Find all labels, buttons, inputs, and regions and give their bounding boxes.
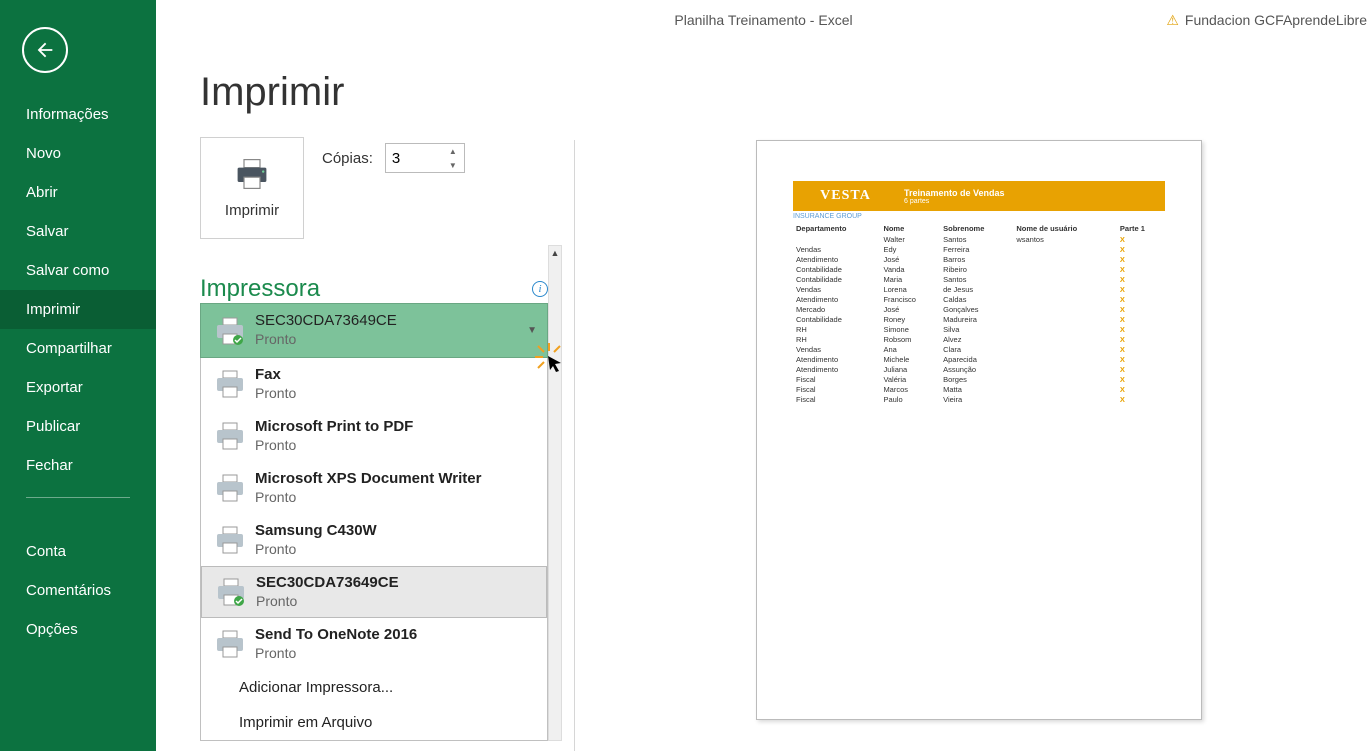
nav-fechar[interactable]: Fechar	[0, 446, 156, 485]
nav-compartilhar[interactable]: Compartilhar	[0, 329, 156, 368]
preview-subtitle: 6 partes	[904, 198, 1159, 205]
printer-option[interactable]: Samsung C430WPronto	[201, 514, 547, 566]
nav-novo[interactable]: Novo	[0, 134, 156, 173]
printer-status: Pronto	[255, 541, 377, 559]
printer-icon	[209, 525, 251, 555]
printer-option[interactable]: Microsoft XPS Document WriterPronto	[201, 462, 547, 514]
nav-opções[interactable]: Opções	[0, 610, 156, 649]
preview-table: DepartamentoNomeSobrenomeNome de usuário…	[793, 223, 1165, 404]
nav-exportar[interactable]: Exportar	[0, 368, 156, 407]
printer-status: Pronto	[256, 593, 399, 611]
title-bar: Planilha Treinamento - Excel ⚠ Fundacion…	[156, 0, 1371, 40]
page-title: Imprimir	[200, 70, 562, 115]
sidebar-separator	[26, 497, 130, 498]
scroll-up-icon[interactable]: ▲	[549, 246, 561, 260]
vertical-divider	[574, 140, 575, 751]
print-button-label: Imprimir	[225, 202, 279, 219]
copies-down[interactable]: ▼	[442, 158, 464, 172]
printer-icon	[210, 577, 252, 607]
printer-status: Pronto	[255, 645, 417, 663]
print-button[interactable]: Imprimir	[200, 137, 304, 239]
printer-icon	[209, 473, 251, 503]
chevron-down-icon: ▼	[527, 325, 537, 336]
settings-scrollbar[interactable]: ▲	[548, 245, 562, 741]
printer-dropdown-selected[interactable]: SEC30CDA73649CE Pronto ▼	[200, 303, 548, 358]
printer-name: SEC30CDA73649CE	[256, 574, 399, 593]
selected-printer-name: SEC30CDA73649CE	[255, 312, 397, 331]
printer-option[interactable]: SEC30CDA73649CEPronto	[201, 566, 547, 618]
preview-group: INSURANCE GROUP	[793, 213, 1165, 220]
printer-icon	[209, 421, 251, 451]
user-name: Fundacion GCFAprendeLibre	[1185, 12, 1367, 28]
nav-comentários[interactable]: Comentários	[0, 571, 156, 610]
printer-icon	[209, 369, 251, 399]
back-button[interactable]	[22, 27, 68, 73]
nav-salvar-como[interactable]: Salvar como	[0, 251, 156, 290]
printer-option[interactable]: FaxPronto	[201, 358, 547, 410]
nav-conta[interactable]: Conta	[0, 532, 156, 571]
arrow-left-icon	[34, 39, 56, 61]
copies-up[interactable]: ▲	[442, 144, 464, 158]
printer-name: Microsoft Print to PDF	[255, 418, 413, 437]
copies-label: Cópias:	[322, 150, 373, 167]
printer-icon	[232, 158, 272, 190]
preview-title: Treinamento de Vendas	[904, 188, 1159, 198]
nav-informações[interactable]: Informações	[0, 95, 156, 134]
nav-salvar[interactable]: Salvar	[0, 212, 156, 251]
nav-publicar[interactable]: Publicar	[0, 407, 156, 446]
printer-section-title: Impressora	[200, 275, 526, 303]
document-title: Planilha Treinamento - Excel	[674, 12, 852, 28]
printer-menu-file[interactable]: Imprimir em Arquivo	[201, 705, 547, 740]
backstage-sidebar: InformaçõesNovoAbrirSalvarSalvar comoImp…	[0, 0, 156, 751]
preview-brand: VESTA	[793, 181, 898, 211]
printer-status: Pronto	[255, 437, 413, 455]
printer-status: Pronto	[255, 385, 296, 403]
nav-abrir[interactable]: Abrir	[0, 173, 156, 212]
printer-dropdown-list: FaxProntoMicrosoft Print to PDFProntoMic…	[200, 358, 548, 741]
printer-name: Fax	[255, 366, 296, 385]
printer-icon	[209, 629, 251, 659]
cursor-spark-icon	[533, 341, 565, 373]
printer-option[interactable]: Send To OneNote 2016Pronto	[201, 618, 547, 670]
nav-imprimir[interactable]: Imprimir	[0, 290, 156, 329]
printer-status: Pronto	[255, 489, 481, 507]
user-info[interactable]: ⚠ Fundacion GCFAprendeLibre	[1166, 12, 1371, 29]
printer-menu-add[interactable]: Adicionar Impressora...	[201, 670, 547, 705]
printer-name: Microsoft XPS Document Writer	[255, 470, 481, 489]
printer-info-icon[interactable]: i	[532, 281, 548, 297]
printer-name: Send To OneNote 2016	[255, 626, 417, 645]
printer-option[interactable]: Microsoft Print to PDFPronto	[201, 410, 547, 462]
copies-input[interactable]: ▲ ▼	[385, 143, 465, 173]
copies-field[interactable]	[386, 150, 442, 167]
printer-icon	[209, 316, 251, 346]
warning-icon: ⚠	[1166, 12, 1179, 29]
selected-printer-status: Pronto	[255, 331, 397, 349]
print-preview-page: VESTA Treinamento de Vendas 6 partes INS…	[756, 140, 1202, 720]
printer-name: Samsung C430W	[255, 522, 377, 541]
